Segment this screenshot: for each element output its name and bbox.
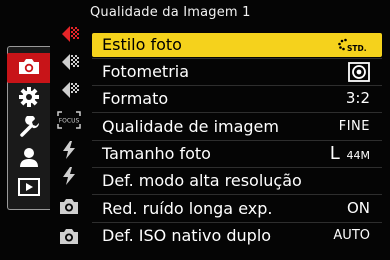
- menu-item-label: Red. ruído longa exp.: [102, 199, 273, 218]
- divider: [92, 58, 382, 59]
- tab-custom[interactable]: [8, 87, 50, 111]
- subtab-flash-2[interactable]: [56, 166, 82, 190]
- photo-style-value: STD.: [338, 38, 370, 58]
- camera-small-icon: [59, 197, 79, 219]
- picture-size-value: L 44M: [330, 143, 370, 164]
- divider: [92, 222, 382, 223]
- subtab-others-1[interactable]: [56, 196, 82, 220]
- main-tab-bar: [7, 46, 50, 210]
- image-quality-icon: [58, 52, 80, 76]
- menu-item-formato[interactable]: Formato 3:2: [92, 87, 382, 111]
- subtab-image-quality-1[interactable]: [56, 24, 82, 48]
- dual-iso-value: AUTO: [333, 228, 370, 243]
- aspect-ratio-value: 3:2: [345, 89, 370, 107]
- focus-icon: FOCUS: [57, 111, 81, 133]
- divider: [92, 167, 382, 168]
- menu-item-qualidade-imagem[interactable]: Qualidade de imagem FINE: [92, 115, 382, 139]
- wrench-icon: [18, 115, 40, 142]
- menu-item-fotometria[interactable]: Fotometria: [92, 60, 382, 84]
- menu-item-estilo-foto[interactable]: Estilo foto STD.: [92, 33, 382, 57]
- divider: [92, 140, 382, 141]
- camera-menu-screen: Qualidade da Imagem 1 FOCUS Estilo foto …: [0, 0, 390, 260]
- divider: [92, 194, 382, 195]
- person-icon: [18, 146, 40, 172]
- divider: [92, 85, 382, 86]
- size-prefix: L: [329, 143, 340, 164]
- gear-icon: [18, 86, 40, 112]
- tab-setup[interactable]: [8, 115, 50, 142]
- image-quality-active-icon: [58, 24, 80, 48]
- page-title: Qualidade da Imagem 1: [90, 5, 251, 20]
- menu-item-alta-resolucao[interactable]: Def. modo alta resolução: [92, 169, 382, 193]
- menu-item-label: Fotometria: [102, 62, 190, 81]
- menu-item-label: Tamanho foto: [102, 144, 211, 163]
- menu-item-label: Def. ISO nativo duplo: [102, 226, 272, 245]
- metering-value: [348, 62, 370, 86]
- menu-item-tamanho-foto[interactable]: Tamanho foto L 44M: [92, 142, 382, 166]
- image-quality-icon: [58, 80, 80, 104]
- subtab-focus[interactable]: FOCUS: [56, 110, 82, 134]
- menu-item-iso-nativo[interactable]: Def. ISO nativo duplo AUTO: [92, 224, 382, 248]
- quality-value: FINE: [338, 119, 370, 134]
- subtab-image-quality-3[interactable]: [56, 80, 82, 104]
- camera-small-icon: [59, 227, 79, 249]
- size-megapixels: 44M: [346, 149, 371, 162]
- subtab-others-2[interactable]: [56, 226, 82, 250]
- subtab-flash-1[interactable]: [56, 140, 82, 164]
- noise-reduction-value: ON: [346, 199, 370, 217]
- menu-item-reducao-ruido[interactable]: Red. ruído longa exp. ON: [92, 197, 382, 221]
- photo-style-std-icon: STD.: [338, 38, 367, 53]
- metering-multi-icon: [348, 62, 370, 82]
- menu-item-label: Qualidade de imagem: [102, 117, 279, 136]
- menu-item-label: Def. modo alta resolução: [102, 171, 302, 190]
- tab-camera[interactable]: [7, 53, 50, 83]
- flash-icon: [61, 166, 77, 190]
- svg-text:STD.: STD.: [347, 44, 367, 53]
- divider: [92, 112, 382, 113]
- playback-icon: [18, 178, 40, 200]
- menu-item-label: Formato: [102, 89, 169, 108]
- camera-icon: [17, 57, 41, 79]
- subtab-image-quality-2[interactable]: [56, 52, 82, 76]
- tab-playback[interactable]: [8, 177, 50, 201]
- menu-item-label: Estilo foto: [102, 35, 182, 54]
- flash-icon: [61, 140, 77, 164]
- svg-text:FOCUS: FOCUS: [59, 118, 80, 125]
- tab-my-menu[interactable]: [8, 147, 50, 171]
